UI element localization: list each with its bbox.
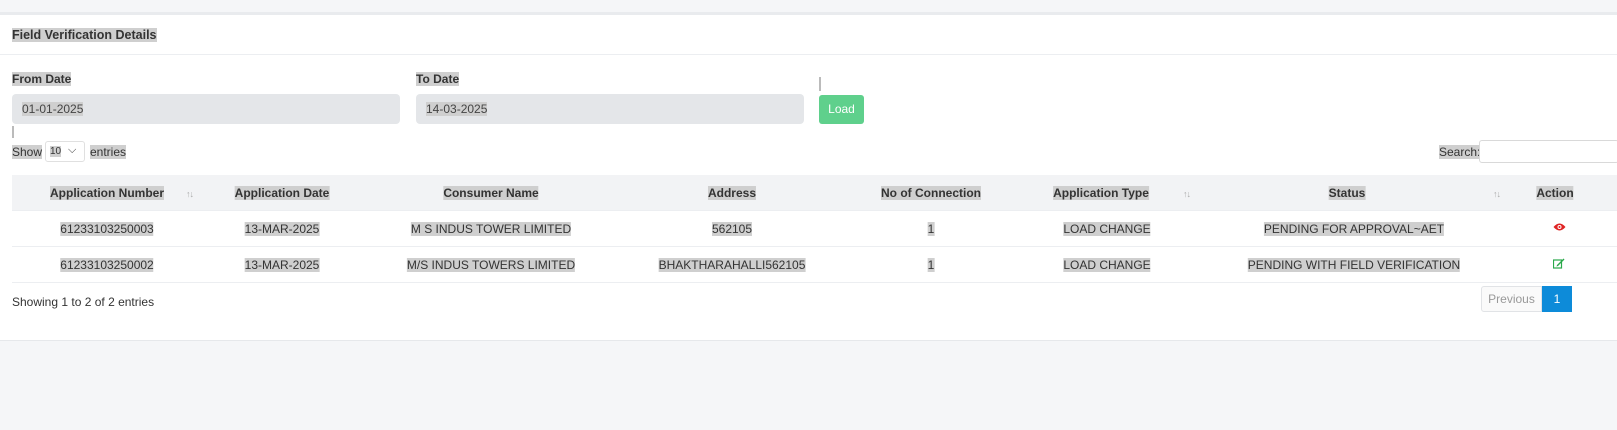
cell-address: 562105 bbox=[711, 222, 753, 236]
column-header-status[interactable]: Status bbox=[1328, 186, 1366, 200]
cell-application-type: LOAD CHANGE bbox=[1063, 222, 1151, 236]
text-caret bbox=[12, 126, 14, 138]
search-label: Search: bbox=[1439, 145, 1481, 159]
column-header-application-type[interactable]: Application Type bbox=[1053, 186, 1149, 200]
column-header-application-number[interactable]: Application Number bbox=[49, 186, 165, 200]
column-header-application-date[interactable]: Application Date bbox=[234, 186, 330, 200]
to-date-input[interactable]: 14-03-2025 bbox=[416, 94, 804, 124]
page-1-button[interactable]: 1 bbox=[1542, 286, 1572, 312]
cell-application-date: 13-MAR-2025 bbox=[244, 258, 320, 272]
to-date-value: 14-03-2025 bbox=[426, 102, 488, 116]
cell-no-of-connection: 1 bbox=[927, 258, 935, 272]
cell-application-type: LOAD CHANGE bbox=[1063, 258, 1151, 272]
load-button[interactable]: Load bbox=[819, 95, 864, 124]
eye-icon[interactable] bbox=[1553, 221, 1566, 235]
entries-label: entries bbox=[90, 145, 127, 159]
previous-page-button[interactable]: Previous bbox=[1481, 286, 1542, 312]
entries-select[interactable]: 10 ⌵ bbox=[45, 141, 85, 162]
sort-icon[interactable]: ↑↓ bbox=[186, 189, 194, 199]
cell-consumer-name: M S INDUS TOWER LIMITED bbox=[410, 222, 572, 236]
column-header-consumer-name[interactable]: Consumer Name bbox=[443, 186, 539, 200]
table-info: Showing 1 to 2 of 2 entries bbox=[12, 295, 155, 309]
page-title: Field Verification Details bbox=[12, 28, 157, 42]
title-divider bbox=[0, 54, 1617, 55]
cell-no-of-connection: 1 bbox=[927, 222, 935, 236]
to-date-label: To Date bbox=[416, 72, 460, 86]
edit-icon[interactable] bbox=[1552, 258, 1565, 272]
column-header-action: Action bbox=[1536, 186, 1574, 200]
row-divider bbox=[12, 246, 1617, 247]
show-label: Show bbox=[12, 145, 43, 159]
column-header-address[interactable]: Address bbox=[707, 186, 757, 200]
text-caret bbox=[819, 77, 821, 91]
cell-consumer-name: M/S INDUS TOWERS LIMITED bbox=[406, 258, 576, 272]
entries-value: 10 bbox=[50, 146, 62, 157]
row-divider bbox=[12, 210, 1617, 211]
cell-application-number: 61233103250002 bbox=[60, 258, 154, 272]
from-date-label: From Date bbox=[12, 72, 72, 86]
from-date-input[interactable]: 01-01-2025 bbox=[12, 94, 400, 124]
row-divider bbox=[12, 282, 1617, 283]
cell-status: PENDING FOR APPROVAL~AET bbox=[1263, 222, 1445, 236]
cell-status: PENDING WITH FIELD VERIFICATION bbox=[1247, 258, 1461, 272]
from-date-value: 01-01-2025 bbox=[22, 102, 84, 116]
sort-icon[interactable]: ↑↓ bbox=[1183, 189, 1191, 199]
search-input[interactable] bbox=[1479, 140, 1617, 163]
cell-application-number: 61233103250003 bbox=[60, 222, 154, 236]
column-header-no-of-connection[interactable]: No of Connection bbox=[881, 186, 981, 200]
chevron-down-icon: ⌵ bbox=[68, 144, 77, 156]
sort-icon[interactable]: ↑↓ bbox=[1493, 189, 1501, 199]
cell-application-date: 13-MAR-2025 bbox=[244, 222, 320, 236]
cell-address: BHAKTHARAHALLI562105 bbox=[658, 258, 806, 272]
